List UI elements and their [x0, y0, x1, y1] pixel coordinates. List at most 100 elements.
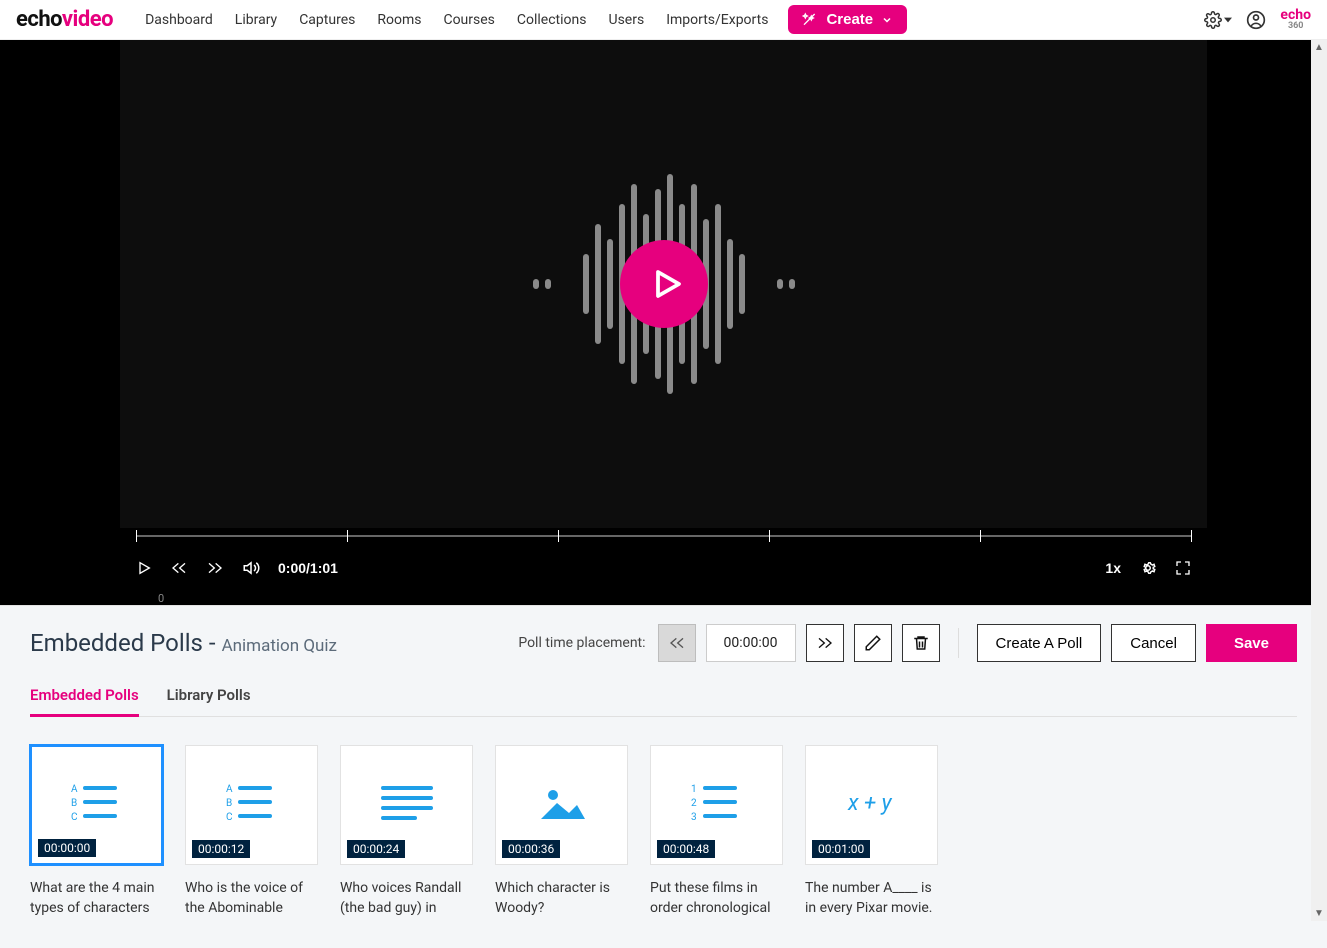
create-poll-button[interactable]: Create A Poll: [977, 624, 1102, 662]
step-back-button[interactable]: [658, 624, 696, 662]
trash-icon: [912, 634, 930, 652]
nav-rooms[interactable]: Rooms: [377, 12, 421, 28]
polls-tabs: Embedded Polls Library Polls: [30, 686, 1297, 717]
gear-icon: [1139, 559, 1157, 577]
placement-label: Poll time placement:: [518, 635, 645, 651]
forward-icon: [206, 560, 224, 576]
create-label: Create: [826, 11, 873, 28]
edit-button[interactable]: [854, 624, 892, 662]
scroll-up-icon: ▲: [1311, 42, 1327, 53]
time-display: 0:00/1:01: [278, 560, 338, 576]
play-small-icon: [136, 560, 152, 576]
caret-down-icon: [1224, 16, 1232, 24]
create-button[interactable]: Create: [788, 5, 907, 34]
gear-icon: [1204, 11, 1222, 29]
poll-caption: Who is the voice of the Abominable: [185, 879, 318, 918]
nav-courses[interactable]: Courses: [443, 12, 494, 28]
nav-collections[interactable]: Collections: [517, 12, 587, 28]
top-bar: echovideo Dashboard Library Captures Rooms C…: [0, 0, 1327, 40]
player-area: 0:00/1:01 1x 0: [0, 40, 1327, 605]
nav-users[interactable]: Users: [608, 12, 644, 28]
user-circle-icon: [1246, 10, 1266, 30]
brand-logo: echovideo: [16, 7, 113, 32]
time-value: 00:00:00: [724, 635, 778, 651]
svg-text:B: B: [71, 798, 77, 809]
poll-card[interactable]: 00:00:36 Which character is Woody?: [495, 745, 628, 918]
poll-time-badge: 00:01:00: [812, 840, 870, 858]
poll-time-badge: 00:00:36: [502, 840, 560, 858]
progress-bar[interactable]: [120, 528, 1207, 544]
speed-display[interactable]: 1x: [1105, 560, 1121, 576]
tab-embedded-polls[interactable]: Embedded Polls: [30, 686, 139, 717]
chevron-down-icon: [881, 14, 893, 26]
poll-card[interactable]: 1 2 3 00:00:48 Put these films in order chro…: [650, 745, 783, 918]
poll-caption: Put these films in order chronological: [650, 879, 783, 918]
scrollbar[interactable]: ▲ ▼: [1311, 40, 1327, 921]
svg-text:B: B: [226, 798, 232, 809]
polls-title-text: Embedded Polls: [30, 629, 203, 657]
play-icon: [649, 266, 685, 302]
poll-thumb: x + y 00:01:00: [805, 745, 938, 865]
settings-dropdown[interactable]: [1204, 11, 1232, 29]
svg-text:A: A: [226, 784, 233, 795]
player-settings[interactable]: [1139, 559, 1157, 577]
svg-text:3: 3: [691, 812, 697, 823]
poll-type-icon: ABC: [222, 780, 282, 830]
svg-text:1: 1: [691, 784, 697, 795]
divider: [958, 628, 959, 658]
top-right-icons: echo 360: [1204, 9, 1311, 30]
tab-library-polls[interactable]: Library Polls: [167, 686, 251, 716]
brand-part1: echo: [16, 7, 62, 32]
cancel-button[interactable]: Cancel: [1111, 624, 1196, 662]
svg-text:2: 2: [691, 798, 697, 809]
nav-dashboard[interactable]: Dashboard: [145, 12, 213, 28]
poll-cards: ABC00:00:00What are the 4 main types of …: [30, 745, 1297, 918]
poll-type-icon: x + y: [842, 788, 902, 822]
main-nav: Dashboard Library Captures Rooms Courses Coll…: [145, 12, 768, 28]
poll-thumb: 00:00:24: [340, 745, 473, 865]
poll-thumb: ABC 00:00:12: [185, 745, 318, 865]
save-button[interactable]: Save: [1206, 624, 1297, 662]
polls-subtitle: Animation Quiz: [222, 636, 337, 656]
nav-captures[interactable]: Captures: [299, 12, 355, 28]
fullscreen-control[interactable]: [1175, 560, 1191, 576]
video-player[interactable]: [120, 40, 1207, 528]
nav-imports-exports[interactable]: Imports/Exports: [666, 12, 768, 28]
poll-type-icon: 1 2 3: [687, 780, 747, 830]
poll-thumb: 00:00:36: [495, 745, 628, 865]
magic-wand-icon: [802, 12, 818, 28]
delete-button[interactable]: [902, 624, 940, 662]
poll-caption: The number A____ is in every Pixar movie…: [805, 879, 938, 918]
nav-library[interactable]: Library: [235, 12, 277, 28]
poll-thumb: 1 2 3 00:00:48: [650, 745, 783, 865]
polls-tools: Poll time placement: 00:00:00 Create A P…: [518, 624, 1297, 662]
poll-time-badge: 00:00:12: [192, 840, 250, 858]
poll-type-icon: [537, 783, 587, 827]
poll-time-badge: 00:00:48: [657, 840, 715, 858]
svg-text:C: C: [71, 812, 78, 823]
poll-caption: Which character is Woody?: [495, 879, 628, 918]
scroll-down-icon: ▼: [1311, 908, 1327, 919]
poll-card[interactable]: ABC 00:00:12 Who is the voice of the Abomi…: [185, 745, 318, 918]
poll-card[interactable]: ABC00:00:00What are the 4 main types of …: [30, 745, 163, 918]
poll-time-badge: 00:00:24: [347, 840, 405, 858]
brand-small: echo 360: [1280, 9, 1311, 30]
play-control[interactable]: [136, 560, 152, 576]
volume-control[interactable]: [242, 559, 260, 577]
play-button[interactable]: [620, 240, 708, 328]
svg-text:C: C: [226, 812, 233, 823]
poll-card[interactable]: x + y 00:01:00 The number A____ is in ever…: [805, 745, 938, 918]
rewind-icon: [170, 560, 188, 576]
skip-forward-icon: [816, 635, 834, 651]
polls-separator: -: [209, 629, 216, 657]
poll-card[interactable]: 00:00:24 Who voices Randall (the bad guy)…: [340, 745, 473, 918]
step-forward-button[interactable]: [806, 624, 844, 662]
forward-control[interactable]: [206, 560, 224, 576]
polls-title: Embedded Polls - Animation Quiz: [30, 629, 337, 657]
poll-caption: Who voices Randall (the bad guy) in: [340, 879, 473, 918]
time-input[interactable]: 00:00:00: [706, 624, 796, 662]
rewind-control[interactable]: [170, 560, 188, 576]
poll-time-badge: 00:00:00: [38, 839, 96, 857]
account-button[interactable]: [1246, 10, 1266, 30]
pencil-icon: [864, 634, 882, 652]
